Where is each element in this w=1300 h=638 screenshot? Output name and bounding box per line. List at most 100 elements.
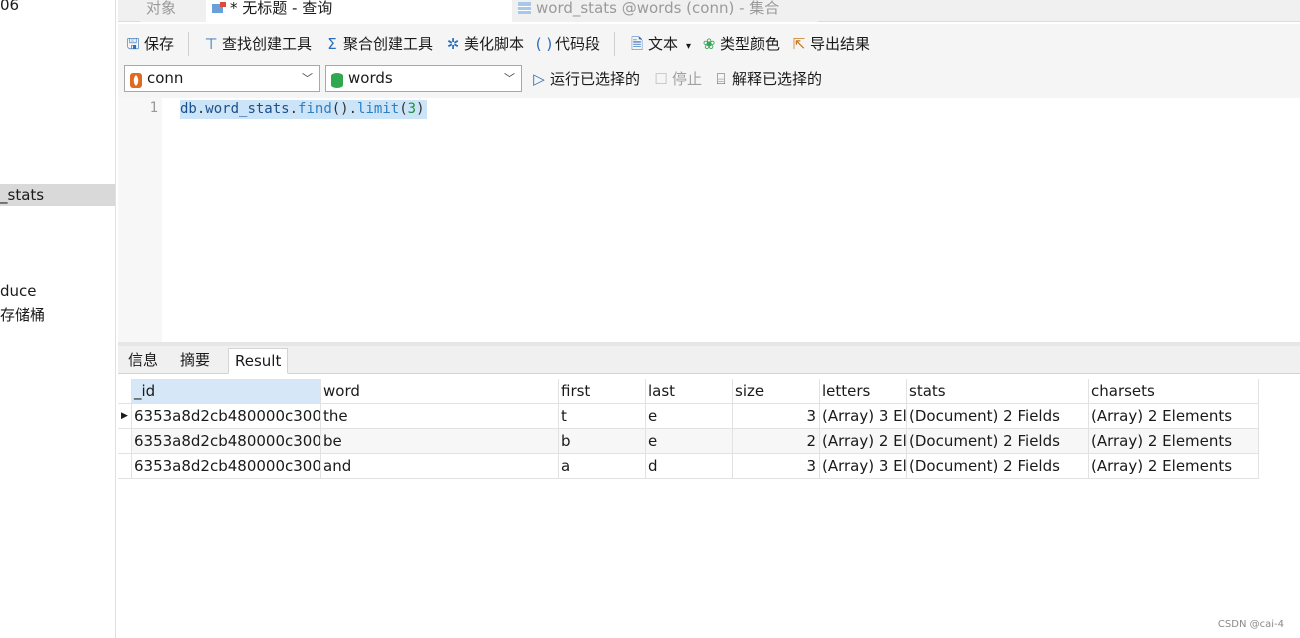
tab-label: * 无标题 - 查询 — [230, 0, 333, 17]
table-cell[interactable]: (Array) 2 Elements — [1089, 404, 1259, 429]
save-icon: 🖫 — [126, 35, 140, 53]
table-cell[interactable]: e — [646, 429, 733, 454]
text-view-dropdown[interactable]: 🗎 文本 ▾ — [628, 33, 691, 55]
aggregate-builder-button[interactable]: Σ 聚合创建工具 — [323, 33, 433, 55]
collection-icon — [518, 1, 532, 14]
editor-tab-bar: 对象 * 无标题 - 查询 word_stats @words (conn) -… — [118, 0, 1300, 22]
find-builder-button[interactable]: ⊤ 查找创建工具 — [202, 33, 312, 55]
column-header-letters[interactable]: letters — [820, 379, 907, 404]
table-cell[interactable]: (Array) 2 Ele — [820, 429, 907, 454]
object-tree-sidebar: 06 _stats duce 存储桶 — [0, 0, 116, 638]
database-select[interactable]: words ﹀ — [325, 65, 522, 92]
snippet-button[interactable]: ( ) 代码段 — [535, 33, 600, 55]
tab-label: word_stats @words (conn) - 集合 — [536, 0, 780, 17]
sidebar-item-selected[interactable]: _stats — [0, 184, 115, 206]
export-icon: ⇱ — [792, 35, 806, 53]
table-cell[interactable]: and — [321, 454, 559, 479]
type-color-button[interactable]: ❀ 类型颜色 — [700, 33, 780, 55]
sidebar-item[interactable]: 06 — [0, 0, 19, 16]
toolbar-divider — [614, 32, 615, 56]
column-header-id[interactable]: _id — [132, 379, 321, 404]
database-value: words — [348, 69, 393, 87]
table-cell[interactable]: 3 — [733, 404, 820, 429]
table-cell[interactable]: e — [646, 404, 733, 429]
table-cell[interactable]: (Array) 3 Ele — [820, 404, 907, 429]
tab-label: 对象 — [146, 0, 177, 17]
tab-query[interactable]: * 无标题 - 查询 — [206, 0, 512, 22]
code-token: db — [180, 101, 197, 117]
watermark: CSDN @cai-4 — [1217, 619, 1284, 630]
column-header-last[interactable]: last — [646, 379, 733, 404]
table-cell[interactable]: t — [559, 404, 646, 429]
stop-button[interactable]: ☐ 停止 — [652, 68, 702, 90]
tab-objects[interactable]: 对象 — [140, 0, 206, 22]
row-selector[interactable] — [118, 454, 132, 479]
sidebar-item[interactable]: 存储桶 — [0, 304, 45, 326]
line-number-gutter: 1 — [118, 98, 162, 342]
table-cell[interactable]: b — [559, 429, 646, 454]
table-cell[interactable]: (Document) 2 Fields — [907, 454, 1089, 479]
explain-selected-button[interactable]: ⌸ 解释已选择的 — [712, 68, 822, 90]
code-token: limit — [357, 101, 400, 117]
code-token: (). — [331, 101, 358, 117]
table-cell[interactable]: (Document) 2 Fields — [907, 429, 1089, 454]
sidebar-item[interactable]: duce — [0, 280, 37, 302]
connection-select[interactable]: conn ﹀ — [124, 65, 320, 92]
tab-result[interactable]: Result — [228, 348, 289, 374]
play-icon: ▷ — [533, 70, 545, 88]
table-cell[interactable]: (Array) 3 Ele — [820, 454, 907, 479]
tab-info[interactable]: 信息 — [122, 348, 164, 374]
code-token: word_stats — [205, 101, 290, 117]
toolbar-divider — [188, 32, 189, 56]
magic-wand-icon: ✲ — [446, 35, 460, 53]
table-cell[interactable]: 6353a8d2cb480000c3002 — [132, 404, 321, 429]
row-selector[interactable]: ▶ — [118, 404, 132, 429]
funnel-icon: ⊤ — [204, 35, 218, 53]
query-editor[interactable]: 1 db.word_stats.find().limit(3) — [118, 98, 1300, 342]
code-token: ) — [416, 101, 425, 117]
table-cell[interactable]: 3 — [733, 454, 820, 479]
column-header-stats[interactable]: stats — [907, 379, 1089, 404]
table-cell[interactable]: (Document) 2 Fields — [907, 404, 1089, 429]
result-grid[interactable]: _id word first last size letters stats charsets… — [118, 374, 1300, 638]
table-cell[interactable]: 2 — [733, 429, 820, 454]
save-button[interactable]: 🖫 保存 — [124, 33, 174, 55]
query-code-line[interactable]: db.word_stats.find().limit(3) — [180, 100, 427, 119]
row-selector[interactable] — [118, 429, 132, 454]
grid-header-row: _id word first last size letters stats charsets — [118, 379, 1259, 404]
explain-icon: ⌸ — [716, 70, 726, 88]
color-circles-icon: ❀ — [702, 35, 716, 53]
sigma-icon: Σ — [327, 35, 337, 53]
column-header-charsets[interactable]: charsets — [1089, 379, 1259, 404]
tab-summary[interactable]: 摘要 — [174, 348, 216, 374]
parentheses-icon: ( ) — [535, 35, 553, 53]
table-cell[interactable]: be — [321, 429, 559, 454]
table-cell[interactable]: (Array) 2 Elements — [1089, 429, 1259, 454]
export-results-button[interactable]: ⇱ 导出结果 — [790, 33, 870, 55]
column-header-word[interactable]: word — [321, 379, 559, 404]
result-tab-bar: 信息 摘要 Result — [118, 346, 1300, 374]
connection-row: conn ﹀ words ﹀ ▷ 运行已选择的 ☐ 停止 ⌸ 解释已选择的 — [118, 62, 1300, 98]
code-token: . — [289, 101, 299, 117]
table-cell[interactable]: 6353a8d2cb480000c3002 — [132, 454, 321, 479]
column-header-first[interactable]: first — [559, 379, 646, 404]
document-icon: 🗎 — [630, 35, 644, 53]
connection-value: conn — [147, 69, 184, 87]
stop-icon: ☐ — [654, 70, 668, 88]
table-cell[interactable]: d — [646, 454, 733, 479]
table-row[interactable]: 6353a8d2cb480000c3002 and a d 3 (Array) 3 Ele… — [118, 454, 1259, 479]
table-cell[interactable]: the — [321, 404, 559, 429]
table-cell[interactable]: a — [559, 454, 646, 479]
table-row[interactable]: 6353a8d2cb480000c3002 be b e 2 (Array) 2 Ele(… — [118, 429, 1259, 454]
table-cell[interactable]: 6353a8d2cb480000c3002 — [132, 429, 321, 454]
run-selected-button[interactable]: ▷ 运行已选择的 — [530, 68, 640, 90]
connection-leaf-icon — [130, 71, 142, 88]
line-number: 1 — [149, 100, 158, 116]
query-toolbar: 🖫 保存 ⊤ 查找创建工具 Σ 聚合创建工具 ✲ 美化脚本 ( ) 代码段 🗎 文本 ▾ ❀ 类… — [118, 24, 1300, 62]
table-cell[interactable]: (Array) 2 Elements — [1089, 454, 1259, 479]
query-icon — [212, 1, 226, 13]
table-row[interactable]: ▶ 6353a8d2cb480000c3002 the t e 3 (Array) 3 El… — [118, 404, 1259, 429]
tab-collection[interactable]: word_stats @words (conn) - 集合 — [512, 0, 818, 22]
column-header-size[interactable]: size — [733, 379, 820, 404]
beautify-button[interactable]: ✲ 美化脚本 — [444, 33, 524, 55]
